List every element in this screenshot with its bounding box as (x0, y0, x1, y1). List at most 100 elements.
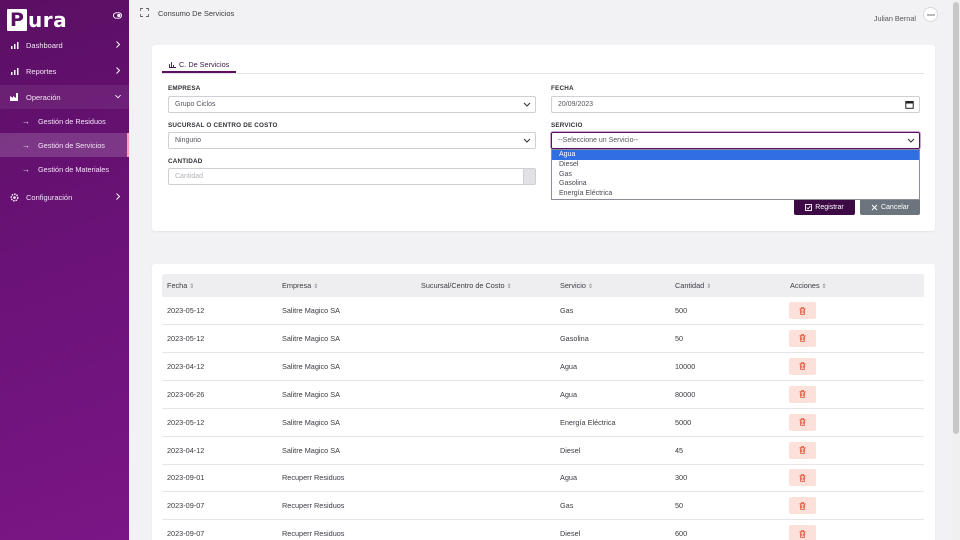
cell-cantidad: 10000 (675, 361, 696, 371)
arrow-right-icon: → (22, 140, 30, 150)
quantity-stepper[interactable] (523, 169, 535, 184)
cell-fecha: 2023-09-07 (167, 529, 205, 539)
avatar[interactable] (923, 7, 938, 22)
sidebar-item-configuracion[interactable]: Configuración (0, 185, 129, 209)
trash-icon (799, 418, 806, 426)
cell-servicio: Diesel (560, 445, 581, 455)
cell-servicio: Gasolina (560, 333, 589, 343)
gear-icon (10, 193, 19, 202)
checkbox-icon (805, 203, 813, 211)
cell-fecha: 2023-05-12 (167, 333, 205, 343)
column-header-label: Empresa (282, 281, 312, 290)
user-name[interactable]: Julian Bernal (874, 14, 916, 23)
table-header: Fecha ⇕ Empresa ⇕ Sucursal/Centro de Costo… (162, 274, 924, 297)
sidebar-item-reportes[interactable]: Reportes (0, 59, 129, 83)
top-header: Consumo De Servicios Julian Bernal (129, 0, 960, 30)
sidebar-subitem-servicios[interactable]: → Gestión de Servicios (0, 133, 129, 157)
delete-button[interactable] (789, 441, 816, 459)
cell-servicio: Agua (560, 361, 578, 371)
brand-logo[interactable]: P ura (7, 8, 67, 32)
cell-servicio: Gas (560, 501, 574, 511)
cell-fecha: 2023-05-12 (167, 417, 205, 427)
chevron-right-icon (116, 41, 121, 48)
column-header-servicio[interactable]: Servicio ⇕ (560, 281, 593, 290)
column-header-cantidad[interactable]: Cantidad ⇕ (675, 281, 711, 290)
registrar-label: Registrar (815, 203, 844, 211)
table-row: 2023-06-26 Salitre Magico SA Agua 80000 (162, 381, 924, 409)
column-header-acciones[interactable]: Acciones ⇕ (790, 281, 827, 290)
cell-fecha: 2023-09-01 (167, 473, 205, 483)
servicio-option[interactable]: Gasolina (552, 179, 919, 189)
sort-icon: ⇕ (587, 284, 593, 290)
fecha-input[interactable]: 20/09/2023 (551, 96, 920, 113)
sidebar: P ura Dashboard Reportes Operación → Ges… (0, 0, 129, 540)
empresa-select[interactable]: Grupo Ciclos (168, 96, 536, 113)
cell-cantidad: 300 (675, 473, 688, 483)
sidebar-item-label: Reportes (26, 66, 57, 76)
cell-cantidad: 45 (675, 445, 684, 455)
column-header-label: Sucursal/Centro de Costo (421, 281, 505, 290)
servicio-dropdown-list[interactable]: Agua Diesel Gas Gasolina Energía Eléctri… (551, 149, 920, 200)
column-header-label: Cantidad (675, 281, 705, 290)
servicio-value: --Seleccione un Servicio-- (558, 137, 639, 144)
column-header-fecha[interactable]: Fecha ⇕ (167, 281, 194, 290)
toggle-icon[interactable] (113, 12, 122, 19)
brand-text: ura (28, 8, 68, 32)
calendar-icon[interactable] (905, 100, 914, 109)
cell-empresa: Recuperr Residuos (282, 501, 345, 511)
column-header-empresa[interactable]: Empresa ⇕ (282, 281, 318, 290)
cancelar-button[interactable]: Cancelar (860, 199, 920, 215)
servicio-option[interactable]: Gas (552, 170, 919, 180)
servicio-option[interactable]: Agua (552, 150, 919, 160)
delete-button[interactable] (789, 497, 816, 515)
trash-icon (799, 529, 806, 538)
cell-fecha: 2023-06-26 (167, 389, 205, 399)
tab-servicios[interactable]: C. De Servicios (162, 57, 237, 73)
empresa-label: EMPRESA (168, 85, 201, 92)
cantidad-input[interactable]: Cantidad (168, 168, 536, 185)
arrow-right-icon: → (22, 116, 30, 126)
scrollbar[interactable] (952, 0, 960, 540)
table-row: 2023-09-01 Recuperr Residuos Agua 300 (162, 464, 924, 493)
sidebar-subitem-materiales[interactable]: → Gestión de Materiales (0, 157, 129, 181)
fullscreen-icon[interactable] (140, 8, 149, 17)
cell-cantidad: 600 (675, 529, 688, 539)
trash-icon (799, 390, 806, 399)
trash-icon (799, 474, 806, 482)
cell-empresa: Recuperr Residuos (282, 529, 345, 539)
cell-empresa: Recuperr Residuos (282, 473, 345, 483)
column-header-sucursal[interactable]: Sucursal/Centro de Costo ⇕ (421, 281, 512, 290)
cell-fecha: 2023-09-07 (167, 501, 205, 511)
delete-button[interactable] (789, 385, 816, 403)
cell-fecha: 2023-05-12 (167, 306, 205, 315)
servicio-select[interactable]: --Seleccione un Servicio-- (551, 132, 920, 149)
delete-button[interactable] (789, 413, 816, 431)
cantidad-placeholder: Cantidad (175, 173, 204, 180)
sort-icon: ⇕ (189, 284, 195, 290)
chevron-right-icon (116, 193, 121, 200)
delete-button[interactable] (789, 469, 816, 487)
cell-empresa: Salitre Magico SA (282, 445, 340, 455)
sort-icon: ⇕ (706, 284, 712, 290)
sidebar-item-dashboard[interactable]: Dashboard (0, 33, 129, 57)
column-header-label: Fecha (167, 281, 188, 290)
cell-cantidad: 5000 (675, 417, 692, 427)
delete-button[interactable] (789, 357, 816, 375)
delete-button[interactable] (789, 302, 816, 319)
chevron-right-icon (116, 67, 121, 74)
scrollbar-thumb[interactable] (953, 2, 959, 434)
tab-divider (162, 73, 924, 74)
delete-button[interactable] (789, 525, 816, 540)
empresa-value: Grupo Ciclos (175, 101, 216, 108)
fecha-value: 20/09/2023 (558, 101, 594, 108)
servicio-option[interactable]: Energía Eléctrica (552, 189, 919, 199)
delete-button[interactable] (789, 329, 816, 347)
cell-cantidad: 500 (675, 306, 688, 315)
sidebar-subitem-residuos[interactable]: → Gestión de Residuos (0, 109, 129, 133)
sucursal-select[interactable]: Ninguno (168, 132, 536, 149)
table-row: 2023-09-07 Recuperr Residuos Diesel 600 (162, 520, 924, 540)
registrar-button[interactable]: Registrar (794, 199, 855, 215)
servicio-option[interactable]: Diesel (552, 160, 919, 170)
cell-cantidad: 80000 (675, 389, 696, 399)
sidebar-item-operacion[interactable]: Operación (0, 85, 129, 109)
